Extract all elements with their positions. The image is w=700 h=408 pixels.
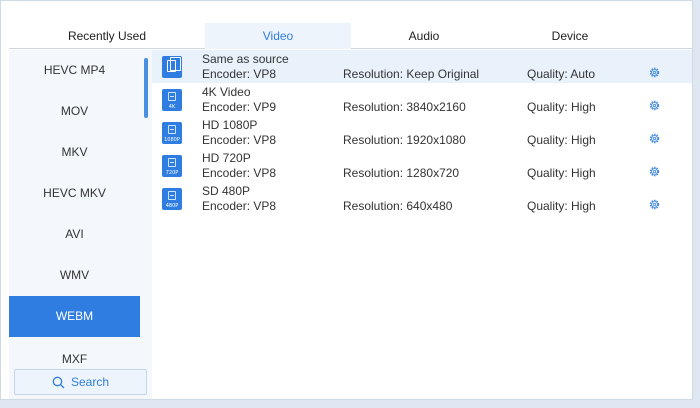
search-button-label: Search <box>70 375 110 389</box>
format-quality: Quality: Auto <box>527 67 596 81</box>
format-row-same-as-source[interactable]: Same as source Encoder: VP8 Resolution: … <box>152 50 692 83</box>
format-list: Same as source Encoder: VP8 Resolution: … <box>152 50 692 399</box>
format-name: Same as source <box>202 52 289 66</box>
format-resolution: Resolution: 640x480 <box>343 199 453 213</box>
format-quality: Quality: High <box>527 100 596 114</box>
format-badge: 720P <box>165 170 179 176</box>
search-icon <box>52 376 65 389</box>
video-480p-icon: 480P <box>162 188 182 210</box>
gear-icon[interactable] <box>648 165 661 178</box>
format-quality: Quality: High <box>527 133 596 147</box>
tab-device[interactable]: Device <box>497 23 643 49</box>
sidebar-scrollbar[interactable] <box>144 58 148 118</box>
format-badge: 1080P <box>164 137 180 143</box>
sidebar-item-wmv[interactable]: WMV <box>9 255 140 296</box>
video-4k-icon: 4K <box>162 89 182 111</box>
format-encoder: Encoder: VP9 <box>202 100 277 114</box>
copy-icon <box>162 56 182 78</box>
sidebar-item-mov[interactable]: MOV <box>9 91 140 132</box>
sidebar-item-hevc-mp4[interactable]: HEVC MP4 <box>9 50 140 91</box>
format-resolution: Resolution: Keep Original <box>343 67 480 81</box>
format-encoder: Encoder: VP8 <box>202 67 277 81</box>
format-name: HD 720P <box>202 151 251 165</box>
format-row-hd-1080p[interactable]: 1080P HD 1080P Encoder: VP8 Resolution: … <box>152 116 692 149</box>
tab-recently-used[interactable]: Recently Used <box>9 23 205 49</box>
sidebar-item-hevc-mkv[interactable]: HEVC MKV <box>9 173 140 214</box>
format-resolution: Resolution: 1920x1080 <box>343 133 466 147</box>
format-row-sd-480p[interactable]: 480P SD 480P Encoder: VP8 Resolution: 64… <box>152 182 692 215</box>
format-quality: Quality: High <box>527 166 596 180</box>
sidebar-item-webm[interactable]: WEBM <box>9 296 140 337</box>
format-name: 4K Video <box>202 85 251 99</box>
format-tabs: Recently Used Video Audio Device <box>9 23 692 49</box>
format-name: SD 480P <box>202 184 251 198</box>
format-row-hd-720p[interactable]: 720P HD 720P Encoder: VP8 Resolution: 12… <box>152 149 692 182</box>
bottom-strip <box>0 400 700 408</box>
format-encoder: Encoder: VP8 <box>202 166 277 180</box>
format-sidebar: HEVC MP4 MOV MKV HEVC MKV AVI WMV WEBM M… <box>9 50 152 399</box>
format-name: HD 1080P <box>202 118 258 132</box>
gear-icon[interactable] <box>648 132 661 145</box>
format-resolution: Resolution: 1280x720 <box>343 166 460 180</box>
tab-audio[interactable]: Audio <box>351 23 497 49</box>
format-encoder: Encoder: VP8 <box>202 133 277 147</box>
gear-icon[interactable] <box>648 99 661 112</box>
video-1080p-icon: 1080P <box>162 122 182 144</box>
sidebar-item-mkv[interactable]: MKV <box>9 132 140 173</box>
search-button[interactable]: Search <box>14 369 147 395</box>
format-row-4k-video[interactable]: 4K 4K Video Encoder: VP9 Resolution: 384… <box>152 83 692 116</box>
format-panel: Recently Used Video Audio Device HEVC MP… <box>0 0 693 400</box>
format-badge: 480P <box>165 203 179 209</box>
tab-video[interactable]: Video <box>205 23 351 49</box>
format-resolution: Resolution: 3840x2160 <box>343 100 466 114</box>
video-720p-icon: 720P <box>162 155 182 177</box>
format-encoder: Encoder: VP8 <box>202 199 277 213</box>
sidebar-item-avi[interactable]: AVI <box>9 214 140 255</box>
format-quality: Quality: High <box>527 199 596 213</box>
gear-icon[interactable] <box>648 66 661 79</box>
format-badge: 4K <box>168 104 176 110</box>
gear-icon[interactable] <box>648 198 661 211</box>
